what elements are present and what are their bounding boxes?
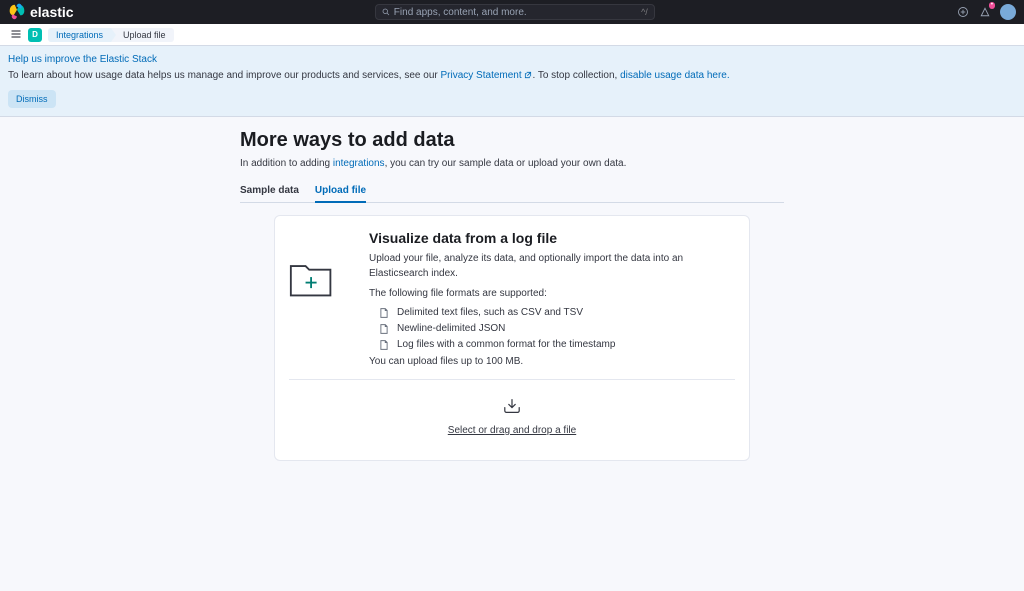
crumb-upload-file: Upload file <box>111 28 174 42</box>
dismiss-button[interactable]: Dismiss <box>8 90 56 108</box>
search-placeholder: Find apps, content, and more. <box>394 7 637 18</box>
card-desc: Upload your file, analyze its data, and … <box>369 251 735 281</box>
card-title: Visualize data from a log file <box>369 230 735 246</box>
telemetry-banner: Help us improve the Elastic Stack To lea… <box>0 46 1024 117</box>
document-icon <box>379 324 389 334</box>
list-item: Newline-delimited JSON <box>379 323 735 334</box>
disable-link[interactable]: disable usage data here. <box>620 70 730 81</box>
upload-card: Visualize data from a log file Upload yo… <box>274 215 750 461</box>
page-title: More ways to add data <box>240 129 784 152</box>
hamburger-icon <box>10 28 22 40</box>
file-dropzone[interactable]: Select or drag and drop a file <box>275 398 749 436</box>
list-item: Delimited text files, such as CSV and TS… <box>379 307 735 318</box>
topbar: elastic Find apps, content, and more. ^/… <box>0 0 1024 24</box>
logo[interactable]: elastic <box>8 3 74 21</box>
search-icon <box>382 8 390 16</box>
tab-sample-data[interactable]: Sample data <box>240 185 299 202</box>
document-icon <box>379 340 389 350</box>
space-selector[interactable]: D <box>28 28 42 42</box>
elastic-logo-icon <box>8 3 26 21</box>
main-content: More ways to add data In addition to add… <box>224 129 800 461</box>
import-icon <box>502 398 522 414</box>
brand-name: elastic <box>30 4 74 20</box>
banner-text: To learn about how usage data helps us m… <box>8 68 1016 84</box>
divider <box>289 379 735 380</box>
card-content: Visualize data from a log file Upload yo… <box>369 230 735 367</box>
badge: • <box>989 2 995 9</box>
card-top: Visualize data from a log file Upload yo… <box>275 230 749 379</box>
setup-icon[interactable]: • <box>978 5 992 19</box>
tabs: Sample data Upload file <box>240 185 784 203</box>
card-note: You can upload files up to 100 MB. <box>369 356 735 367</box>
tab-upload-file[interactable]: Upload file <box>315 185 366 202</box>
dropzone-text[interactable]: Select or drag and drop a file <box>275 425 749 436</box>
integrations-link[interactable]: integrations <box>333 158 385 169</box>
crumb-integrations[interactable]: Integrations <box>48 28 111 42</box>
banner-title[interactable]: Help us improve the Elastic Stack <box>8 54 1016 65</box>
page-subtitle: In addition to adding integrations, you … <box>240 158 784 169</box>
folder-add-icon <box>289 258 349 367</box>
breadcrumb: Integrations Upload file <box>48 28 174 42</box>
navbar: D Integrations Upload file <box>0 24 1024 46</box>
search-wrap: Find apps, content, and more. ^/ <box>74 4 956 20</box>
formats-intro: The following file formats are supported… <box>369 286 735 301</box>
privacy-link[interactable]: Privacy Statement <box>441 70 533 81</box>
news-icon[interactable] <box>956 5 970 19</box>
topbar-right: • <box>956 4 1016 20</box>
formats-list: Delimited text files, such as CSV and TS… <box>369 307 735 350</box>
global-search[interactable]: Find apps, content, and more. ^/ <box>375 4 655 20</box>
list-item: Log files with a common format for the t… <box>379 339 735 350</box>
menu-toggle[interactable] <box>8 25 24 45</box>
search-shortcut: ^/ <box>641 7 648 17</box>
user-avatar[interactable] <box>1000 4 1016 20</box>
document-icon <box>379 308 389 318</box>
